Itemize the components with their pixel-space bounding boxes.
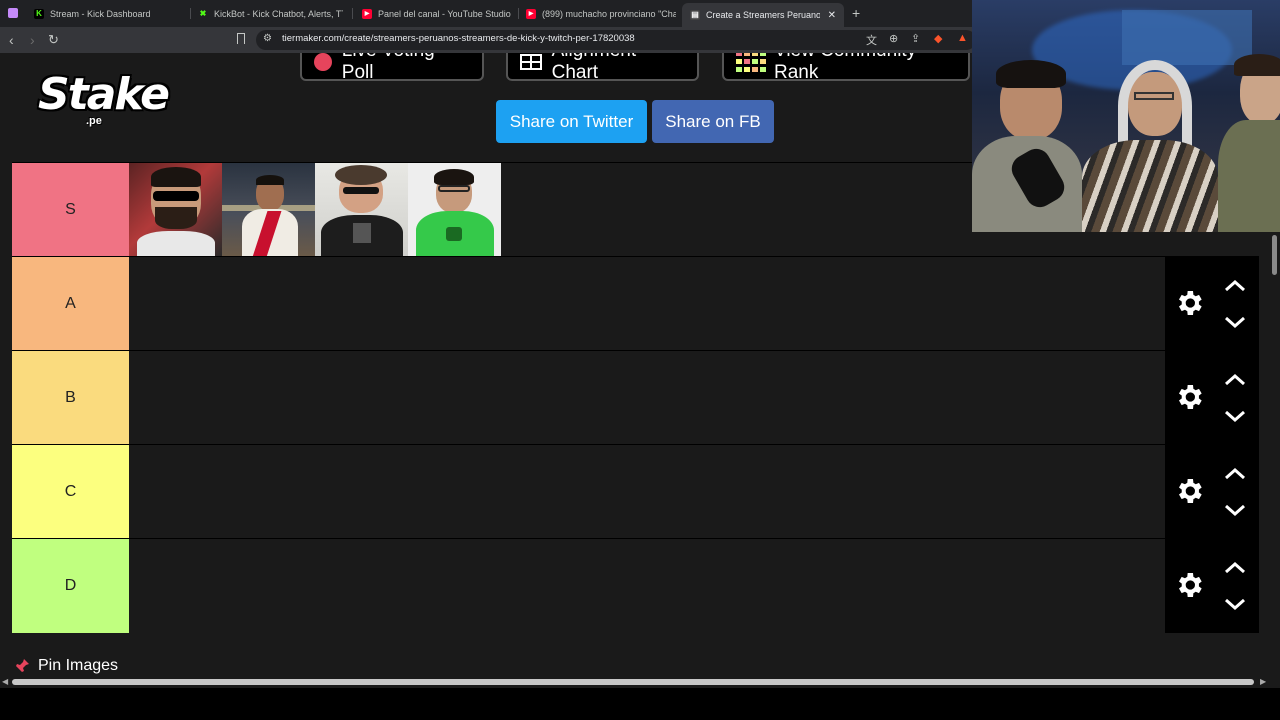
tier-label[interactable]: S bbox=[12, 163, 129, 257]
pin-images-label: Pin Images bbox=[38, 657, 119, 674]
reload-icon[interactable]: ↻ bbox=[48, 32, 59, 48]
bottom-strip bbox=[0, 688, 1280, 720]
tab-kick-dashboard[interactable]: K Stream - Kick Dashboard bbox=[34, 4, 184, 23]
tier-row-c: C bbox=[12, 444, 1259, 539]
gear-icon[interactable] bbox=[1173, 287, 1205, 319]
gear-icon[interactable] bbox=[1173, 475, 1205, 507]
tiermaker-icon: ▤ bbox=[690, 10, 700, 20]
youtube-icon: ▶ bbox=[362, 8, 372, 19]
chevron-up-icon[interactable] bbox=[1223, 279, 1247, 293]
gear-icon[interactable] bbox=[1173, 569, 1205, 601]
forward-icon[interactable]: › bbox=[30, 32, 35, 48]
stake-logo[interactable]: Stake .pe bbox=[38, 69, 170, 133]
tab-kickbot[interactable]: ✖ KickBot - Kick Chatbot, Alerts, TTS, O bbox=[198, 4, 343, 23]
tier-controls bbox=[1165, 445, 1259, 539]
streamer-image[interactable] bbox=[408, 163, 501, 256]
tier-label[interactable]: C bbox=[12, 445, 129, 539]
tab-label: Create a Streamers Peruanos (St bbox=[706, 10, 820, 20]
kickbot-icon: ✖ bbox=[199, 8, 207, 18]
button-label: Live Voting Poll bbox=[341, 53, 435, 83]
new-tab-button[interactable]: + bbox=[852, 5, 860, 21]
tab-tiermaker[interactable]: ▤ Create a Streamers Peruanos (St ✕ bbox=[682, 3, 844, 27]
chevron-down-icon[interactable] bbox=[1223, 315, 1247, 329]
tier-label[interactable]: D bbox=[12, 539, 129, 633]
close-tab-icon[interactable]: ✕ bbox=[828, 10, 836, 21]
streamer-image[interactable] bbox=[222, 163, 315, 256]
youtube-icon: ▶ bbox=[526, 8, 536, 19]
live-voting-poll-button[interactable]: Live Voting Poll bbox=[300, 53, 484, 83]
alignment-grid-icon bbox=[520, 54, 542, 70]
button-label: View Community Rank bbox=[774, 53, 916, 83]
kick-icon: K bbox=[34, 8, 44, 19]
chevron-up-icon[interactable] bbox=[1223, 373, 1247, 387]
tab-label: (899) muchacho provinciano "Chacal bbox=[542, 8, 676, 19]
alignment-chart-button[interactable]: Alignment Chart bbox=[506, 53, 699, 83]
tier-items bbox=[129, 163, 501, 257]
rank-grid-icon bbox=[736, 53, 766, 73]
brave-rewards-icon[interactable]: ▲ bbox=[957, 32, 968, 44]
tab-label: Stream - Kick Dashboard bbox=[50, 8, 151, 19]
live-dot-icon bbox=[314, 53, 332, 71]
back-icon[interactable]: ‹ bbox=[9, 32, 14, 48]
tier-row-b: B bbox=[12, 350, 1259, 445]
tier-row-a: A bbox=[12, 256, 1259, 351]
chevron-up-icon[interactable] bbox=[1223, 467, 1247, 481]
tier-controls bbox=[1165, 351, 1259, 445]
share-twitter-button[interactable]: Share on Twitter bbox=[496, 100, 647, 143]
tab-youtube-studio[interactable]: ▶ Panel del canal - YouTube Studio bbox=[362, 4, 512, 23]
webcam-overlay bbox=[972, 0, 1280, 232]
scroll-left-icon[interactable]: ◀ bbox=[2, 677, 8, 686]
share-facebook-button[interactable]: Share on FB bbox=[652, 100, 774, 143]
tab-label: Panel del canal - YouTube Studio bbox=[378, 8, 511, 19]
chevron-down-icon[interactable] bbox=[1223, 409, 1247, 423]
chevron-down-icon[interactable] bbox=[1223, 503, 1247, 517]
streamer-image[interactable] bbox=[129, 163, 222, 256]
tab-youtube-video[interactable]: ▶ (899) muchacho provinciano "Chacal bbox=[526, 4, 676, 23]
browser-menu-icon[interactable] bbox=[8, 8, 18, 18]
tab-label: KickBot - Kick Chatbot, Alerts, TTS, O bbox=[214, 8, 343, 19]
share-icon[interactable]: ⇪ bbox=[911, 32, 920, 45]
view-community-rank-button[interactable]: View Community Rank bbox=[722, 53, 970, 83]
url-field[interactable]: tiermaker.com/create/streamers-peruanos-… bbox=[282, 33, 635, 44]
tier-label[interactable]: B bbox=[12, 351, 129, 445]
scroll-right-icon[interactable]: ▶ bbox=[1260, 677, 1266, 686]
horizontal-scrollbar[interactable]: ◀ ▶ bbox=[0, 676, 1268, 688]
tier-controls bbox=[1165, 257, 1259, 351]
logo-suffix: .pe bbox=[86, 115, 102, 127]
bookmark-icon[interactable] bbox=[237, 33, 245, 44]
pushpin-icon bbox=[15, 659, 29, 673]
tier-label[interactable]: A bbox=[12, 257, 129, 351]
streamer-image[interactable] bbox=[315, 163, 408, 256]
button-label: Alignment Chart bbox=[551, 53, 637, 83]
brave-shield-icon[interactable]: ◆ bbox=[934, 32, 942, 45]
translate-icon[interactable]: 文 bbox=[866, 32, 877, 48]
tier-controls bbox=[1165, 539, 1259, 633]
chevron-up-icon[interactable] bbox=[1223, 561, 1247, 575]
pin-images-toggle[interactable]: Pin Images bbox=[14, 657, 118, 675]
logo-text: Stake bbox=[38, 69, 170, 120]
zoom-icon[interactable]: ⊕ bbox=[889, 32, 898, 45]
vertical-scrollbar[interactable] bbox=[1268, 233, 1280, 673]
site-info-icon[interactable]: ⚙ bbox=[263, 33, 272, 44]
tier-row-d: D bbox=[12, 538, 1259, 633]
gear-icon[interactable] bbox=[1173, 381, 1205, 413]
chevron-down-icon[interactable] bbox=[1223, 597, 1247, 611]
